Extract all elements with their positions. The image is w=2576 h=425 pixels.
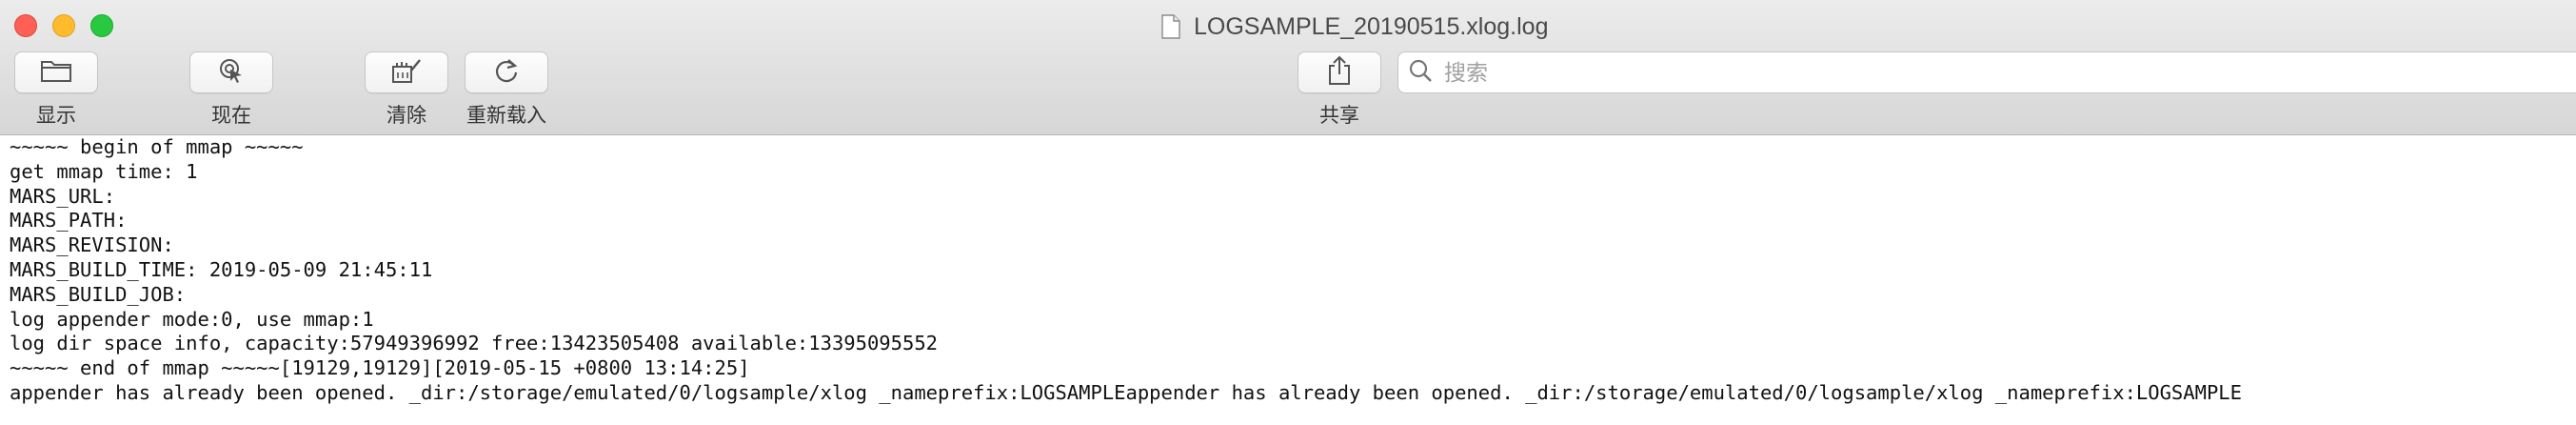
reload-label: 重新载入 — [466, 105, 546, 127]
log-line: log dir space info, capacity:57949396992… — [10, 332, 939, 355]
log-line: get mmap time: 1 — [10, 159, 198, 183]
search-icon — [1408, 58, 1433, 88]
log-line: MARS_URL: — [10, 184, 116, 208]
close-window-button[interactable] — [14, 14, 37, 37]
log-line: MARS_BUILD_TIME: 2019-05-09 21:45:11 — [10, 257, 433, 281]
share-icon — [1326, 55, 1353, 91]
now-label: 现在 — [211, 105, 251, 127]
search-field[interactable] — [1397, 51, 2576, 93]
search-input[interactable] — [1442, 58, 2541, 87]
show-label: 显示 — [36, 105, 76, 127]
log-line: appender has already been opened. _dir:/… — [10, 380, 2242, 404]
clear-label: 清除 — [386, 105, 426, 127]
console-window: LOGSAMPLE_20190515.xlog.log 显示 现在 清除 重新载… — [0, 0, 2576, 425]
share-label: 共享 — [1319, 105, 1359, 127]
window-title: LOGSAMPLE_20190515.xlog.log — [1161, 10, 1548, 44]
document-icon — [1161, 14, 1180, 39]
log-line: log appender mode:0, use mmap:1 — [10, 307, 374, 331]
log-line: MARS_PATH: — [10, 209, 128, 233]
log-line: MARS_REVISION: — [10, 233, 174, 257]
refresh-icon — [492, 56, 521, 90]
target-cursor-icon — [217, 56, 246, 90]
folder-icon — [40, 58, 72, 88]
window-title-text: LOGSAMPLE_20190515.xlog.log — [1194, 12, 1549, 40]
log-line: ~~~~~ begin of mmap ~~~~~ — [10, 135, 304, 158]
share-tool[interactable]: 共享 — [1298, 51, 1381, 129]
show-button[interactable] — [14, 51, 98, 93]
titlebar-toolbar: LOGSAMPLE_20190515.xlog.log 显示 现在 清除 重新载… — [0, 0, 2576, 135]
log-line: ~~~~~ end of mmap ~~~~~[19129,19129][201… — [10, 356, 750, 380]
reload-tool[interactable]: 重新载入 — [465, 51, 548, 129]
minimize-window-button[interactable] — [52, 14, 75, 37]
now-button[interactable] — [189, 51, 273, 93]
clear-tool[interactable]: 清除 — [365, 51, 448, 129]
share-button[interactable] — [1298, 51, 1381, 93]
show-tool[interactable]: 显示 — [14, 51, 98, 129]
now-tool[interactable]: 现在 — [189, 51, 273, 129]
log-line: MARS_BUILD_JOB: — [10, 282, 187, 306]
clear-button[interactable] — [365, 51, 448, 93]
broom-icon — [390, 57, 423, 89]
reload-button[interactable] — [465, 51, 548, 93]
maximize-window-button[interactable] — [90, 14, 113, 37]
log-content[interactable]: ~~~~~ begin of mmap ~~~~~ get mmap time:… — [0, 135, 2576, 425]
